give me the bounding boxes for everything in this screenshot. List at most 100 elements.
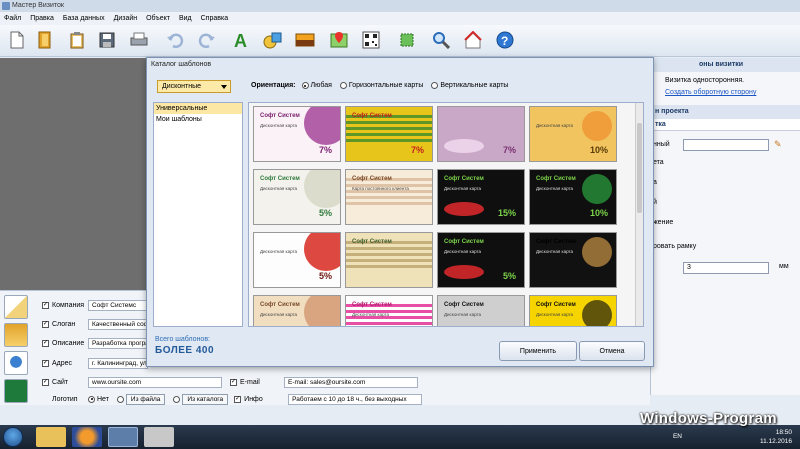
logo-catalog-radio[interactable] (173, 395, 181, 403)
cancel-button[interactable]: Отмена (579, 341, 645, 361)
open-folder-icon[interactable] (34, 29, 56, 51)
right-panel-header: оны визитки (651, 58, 800, 72)
excel-icon[interactable] (4, 379, 28, 403)
app-taskbar-icon[interactable] (108, 427, 138, 447)
menu-database[interactable]: База данных (63, 15, 105, 22)
prop-label-4: й (653, 199, 657, 206)
slogan-checkbox[interactable]: ✓ (42, 320, 49, 328)
orientation-any-option[interactable]: Любая (301, 82, 332, 89)
category-universal[interactable]: Универсальные (154, 103, 242, 114)
orientation-vertical-option[interactable]: Вертикальные карты (431, 82, 508, 89)
company-input[interactable]: Софт Системс (88, 299, 148, 311)
orientation-horizontal-label: Горизонтальные карты (348, 82, 424, 89)
folder-icon[interactable] (4, 323, 28, 347)
qr-code-icon[interactable] (360, 29, 382, 51)
logo-none-label: Нет (97, 395, 109, 403)
grid-scrollbar[interactable] (635, 103, 643, 326)
map-icon[interactable] (328, 29, 350, 51)
clipboard-icon[interactable] (66, 29, 88, 51)
start-button[interactable] (3, 427, 23, 447)
menu-design[interactable]: Дизайн (114, 15, 138, 22)
orientation-label: Ориентация: (251, 82, 296, 89)
template-card[interactable]: Софт Систем 7% (345, 106, 433, 162)
logo-file-radio[interactable] (116, 395, 124, 403)
template-card-subtitle: Дисконтная карта (444, 249, 482, 254)
from-file-button[interactable]: Из файла (125, 393, 166, 405)
contact-icon[interactable] (4, 351, 28, 375)
help-icon[interactable]: ? (494, 29, 516, 51)
template-decoration (582, 174, 612, 204)
home-icon[interactable] (462, 29, 484, 51)
create-back-side-link[interactable]: Создать оборотную сторону (651, 87, 800, 99)
redo-icon[interactable] (196, 29, 218, 51)
description-checkbox[interactable]: ✓ (42, 339, 49, 347)
template-card[interactable]: Софт Систем Дисконтная карта 5% (437, 232, 525, 288)
text-icon[interactable]: A (230, 29, 252, 51)
total-templates-value: БОЛЕЕ 400 (155, 345, 215, 356)
email-input[interactable]: E-mail: sales@oursite.com (284, 376, 418, 388)
window-title-bar: Мастер Визиток (0, 0, 800, 12)
template-decoration (444, 265, 484, 279)
search-icon[interactable] (430, 29, 452, 51)
undo-icon[interactable] (164, 29, 186, 51)
template-card[interactable]: Софт Систем (345, 232, 433, 288)
category-my-templates[interactable]: Мои шаблоны (154, 114, 242, 125)
total-templates-label: Всего шаблонов: (155, 336, 210, 343)
menu-edit[interactable]: Правка (30, 15, 54, 22)
template-card[interactable]: Софт Систем Карта постоянного клиента (345, 169, 433, 225)
apply-button[interactable]: Применить (499, 341, 577, 361)
firefox-taskbar-icon[interactable] (72, 427, 102, 447)
template-card[interactable]: Софт Систем Дисконтная карта (253, 295, 341, 326)
description-input[interactable]: Разработка програ (88, 337, 148, 349)
template-card[interactable]: Софт Систем Дисконтная карта 7% (253, 106, 341, 162)
site-checkbox[interactable]: ✓ (42, 378, 49, 386)
explorer-taskbar-icon[interactable] (36, 427, 66, 447)
template-card[interactable]: Софт Систем Дисконтная карта 5% (253, 169, 341, 225)
template-card[interactable]: Софт Систем Дисконтная карта (437, 295, 525, 326)
template-company-name: Софт Систем (352, 176, 392, 182)
template-card[interactable]: 7% (437, 106, 525, 162)
info-checkbox[interactable]: ✓ (234, 395, 242, 403)
image-icon[interactable] (294, 29, 316, 51)
address-checkbox[interactable]: ✓ (42, 359, 49, 367)
crop-icon[interactable] (396, 29, 418, 51)
address-input[interactable]: г. Калининград, ул (88, 357, 148, 369)
orientation-any-radio[interactable] (301, 82, 309, 89)
language-indicator[interactable]: EN (673, 432, 682, 441)
template-card[interactable]: Софт Систем Дисконтная карта (345, 295, 433, 326)
site-input[interactable]: www.oursite.com (88, 376, 222, 388)
menu-file[interactable]: Файл (4, 15, 21, 22)
menu-view[interactable]: Вид (179, 15, 192, 22)
company-checkbox[interactable]: ✓ (42, 301, 49, 309)
email-checkbox[interactable]: ✓ (230, 378, 237, 386)
template-card[interactable]: Дисконтная карта 10% (529, 106, 617, 162)
orientation-horizontal-radio[interactable] (339, 82, 347, 89)
tab-card[interactable]: тка (651, 119, 800, 131)
print-icon[interactable] (128, 29, 150, 51)
color-input[interactable] (683, 139, 769, 151)
frame-width-spinner[interactable]: 3 (683, 262, 769, 274)
shapes-icon[interactable] (262, 29, 284, 51)
scrollbar-thumb[interactable] (637, 123, 642, 213)
save-icon[interactable] (96, 29, 118, 51)
template-category-combo[interactable]: Дисконтные (157, 80, 231, 93)
slogan-input[interactable]: Качественный соф (88, 318, 148, 330)
menu-object[interactable]: Объект (146, 15, 170, 22)
eyedropper-icon[interactable]: ✎ (774, 139, 782, 150)
template-discount-percent: 5% (502, 271, 516, 281)
template-card[interactable]: Софт Систем Дисконтная карта (529, 295, 617, 326)
template-card[interactable]: Софт Систем Дисконтная карта 10% (529, 169, 617, 225)
new-document-icon[interactable] (6, 29, 28, 51)
template-card[interactable]: Софт Систем Дисконтная карта 15% (437, 169, 525, 225)
email-label: E-mail (240, 378, 260, 386)
orientation-horizontal-option[interactable]: Горизонтальные карты (339, 82, 424, 89)
paint-taskbar-icon[interactable] (144, 427, 174, 447)
info-input[interactable]: Работаем с 10 до 18 ч., без выходных (288, 393, 423, 405)
logo-none-radio[interactable] (88, 395, 95, 403)
from-catalog-button[interactable]: Из каталога (182, 393, 229, 405)
menu-help[interactable]: Справка (201, 15, 228, 22)
edit-text-icon[interactable] (4, 295, 28, 319)
template-card[interactable]: Софт Систем Дисконтная карта (529, 232, 617, 288)
orientation-vertical-radio[interactable] (431, 82, 439, 89)
template-card[interactable]: Дисконтная карта 5% (253, 232, 341, 288)
